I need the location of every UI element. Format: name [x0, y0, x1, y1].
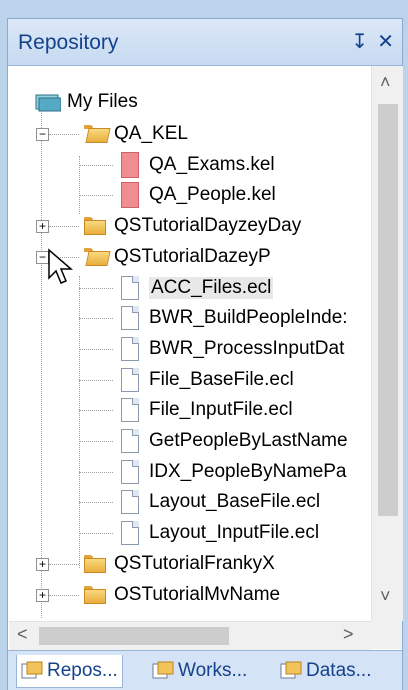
horizontal-scrollbar[interactable]: < >	[9, 621, 371, 650]
tree-file[interactable]: File_BaseFile.ecl	[79, 364, 294, 396]
ecl-file-icon	[121, 336, 139, 361]
tree-item-label: BWR_ProcessInputDat	[149, 337, 345, 359]
tree-file[interactable]: QA_Exams.kel	[79, 149, 275, 181]
tree-connector	[79, 379, 113, 381]
scrollbar-corner	[371, 621, 402, 649]
tree-file[interactable]: GetPeopleByLastName	[79, 425, 348, 457]
tree-file[interactable]: QA_People.kel	[79, 179, 276, 211]
scroll-up-icon[interactable]: ˄	[380, 72, 391, 93]
my-files-icon	[35, 92, 62, 112]
tab-repository[interactable]: Repos...	[16, 655, 123, 688]
tree-connector	[49, 563, 79, 565]
tree-root[interactable]: My Files	[35, 86, 138, 118]
panel-title: Repository	[18, 31, 119, 54]
scroll-left-icon[interactable]: <	[17, 624, 28, 645]
expand-icon[interactable]: +	[36, 557, 49, 571]
collapse-icon[interactable]: −	[36, 128, 49, 141]
tree-root-label: My Files	[67, 91, 138, 112]
tree-item-label: QA_Exams.kel	[149, 153, 275, 175]
tree-folder[interactable]: + QSTutorialDayzeyDay	[36, 210, 302, 242]
tree-connector	[79, 410, 113, 412]
tree-item-label: QSTutorialDayzeyDay	[114, 215, 302, 237]
scroll-down-icon[interactable]: ˅	[380, 586, 391, 607]
tree-connector	[79, 318, 113, 320]
tree-connector	[49, 594, 79, 596]
repository-tree[interactable]: My Files − QA_KEL QA_Exams.kel QA_People.ke…	[9, 66, 371, 621]
tree-connector	[41, 104, 42, 618]
tree-file[interactable]: ACC_Files.ecl	[79, 272, 274, 304]
tree-connector	[79, 276, 80, 568]
tree-connector	[79, 164, 113, 166]
panel-titlebar: Repository ↧ ✕	[8, 19, 402, 66]
tree-item-label: QSTutorialFrankyX	[114, 552, 275, 574]
folder-icon	[84, 585, 106, 604]
tree-item-label: ACC_Files.ecl	[149, 276, 274, 299]
tree-file[interactable]: Layout_InputFile.ecl	[79, 517, 320, 549]
tree-file[interactable]: BWR_BuildPeopleInde:	[79, 302, 348, 334]
tab-datasets-label: Datas...	[306, 660, 372, 681]
ecl-file-icon	[121, 459, 139, 484]
tab-workspace[interactable]: Works...	[152, 655, 247, 687]
tree-item-label: File_InputFile.ecl	[149, 399, 293, 421]
ecl-file-icon	[121, 306, 139, 331]
ecl-file-icon	[121, 275, 139, 300]
ecl-file-icon	[121, 398, 139, 423]
kel-file-icon	[121, 151, 139, 178]
tree-item-label: QSTutorialDazeyP	[114, 245, 271, 267]
tree-connector	[49, 226, 79, 228]
tree-item-label: Layout_InputFile.ecl	[149, 522, 320, 544]
tree-connector	[79, 348, 113, 350]
tree-connector	[49, 134, 79, 135]
vertical-scrollbar[interactable]: ˄ ˅	[371, 66, 403, 621]
tree-connector	[79, 441, 113, 442]
tab-workspace-label: Works...	[178, 660, 248, 681]
repository-tab-icon	[21, 661, 43, 681]
kel-file-icon	[121, 182, 139, 209]
workspace-tab-icon	[152, 661, 174, 681]
ecl-file-icon	[121, 521, 139, 546]
tab-repository-label: Repos...	[47, 660, 118, 681]
mouse-cursor-icon	[48, 248, 74, 284]
datasets-tab-icon	[280, 661, 302, 681]
tree-file[interactable]: BWR_ProcessInputDat	[79, 333, 345, 365]
tree-connector	[79, 195, 113, 197]
tab-datasets[interactable]: Datas...	[280, 655, 371, 687]
tree-item-label: Layout_BaseFile.ecl	[149, 491, 321, 513]
tree-connector	[79, 287, 113, 289]
tree-item-label: OSTutorialMvName	[114, 583, 281, 605]
folder-open-icon	[84, 125, 111, 143]
tree-item-label: QA_People.kel	[149, 184, 276, 206]
tree-folder[interactable]: + QSTutorialFrankyX	[36, 548, 275, 580]
tree-folder[interactable]: + OSTutorialMvName	[36, 579, 281, 611]
pin-icon[interactable]: ↧	[351, 29, 368, 54]
tree-connector	[79, 533, 113, 535]
ecl-file-icon	[121, 429, 139, 453]
tree-file[interactable]: Layout_BaseFile.ecl	[79, 486, 321, 518]
panel-tabs: Repos... Works... Datas...	[8, 650, 402, 690]
folder-icon	[84, 217, 106, 236]
tree-item-label: QA_KEL	[114, 123, 188, 144]
expand-icon[interactable]: +	[36, 588, 49, 602]
tree-connector	[79, 471, 113, 473]
vertical-scroll-thumb[interactable]	[378, 104, 398, 516]
close-icon[interactable]: ✕	[377, 29, 394, 54]
tree-file[interactable]: File_InputFile.ecl	[79, 394, 293, 426]
repository-panel: Repository ↧ ✕ My Files − QA_KEL QA_Exams.…	[7, 18, 403, 690]
tree-item-label: File_BaseFile.ecl	[149, 368, 294, 390]
tree-item-label: BWR_BuildPeopleInde:	[149, 307, 348, 329]
tree-item-label: GetPeopleByLastName	[149, 430, 348, 451]
ecl-file-icon	[121, 490, 139, 515]
expand-icon[interactable]: +	[36, 220, 49, 234]
folder-open-icon	[84, 247, 111, 266]
scroll-right-icon[interactable]: >	[343, 624, 354, 645]
folder-icon	[84, 554, 106, 573]
ecl-file-icon	[121, 367, 139, 392]
tree-folder[interactable]: − QSTutorialDazeyP	[36, 241, 271, 273]
horizontal-scroll-thumb[interactable]	[39, 627, 229, 645]
tree-item-label: IDX_PeopleByNamePa	[149, 460, 347, 482]
tree-connector	[79, 502, 113, 504]
tree-folder[interactable]: − QA_KEL	[36, 118, 188, 150]
tree-file[interactable]: IDX_PeopleByNamePa	[79, 456, 347, 488]
